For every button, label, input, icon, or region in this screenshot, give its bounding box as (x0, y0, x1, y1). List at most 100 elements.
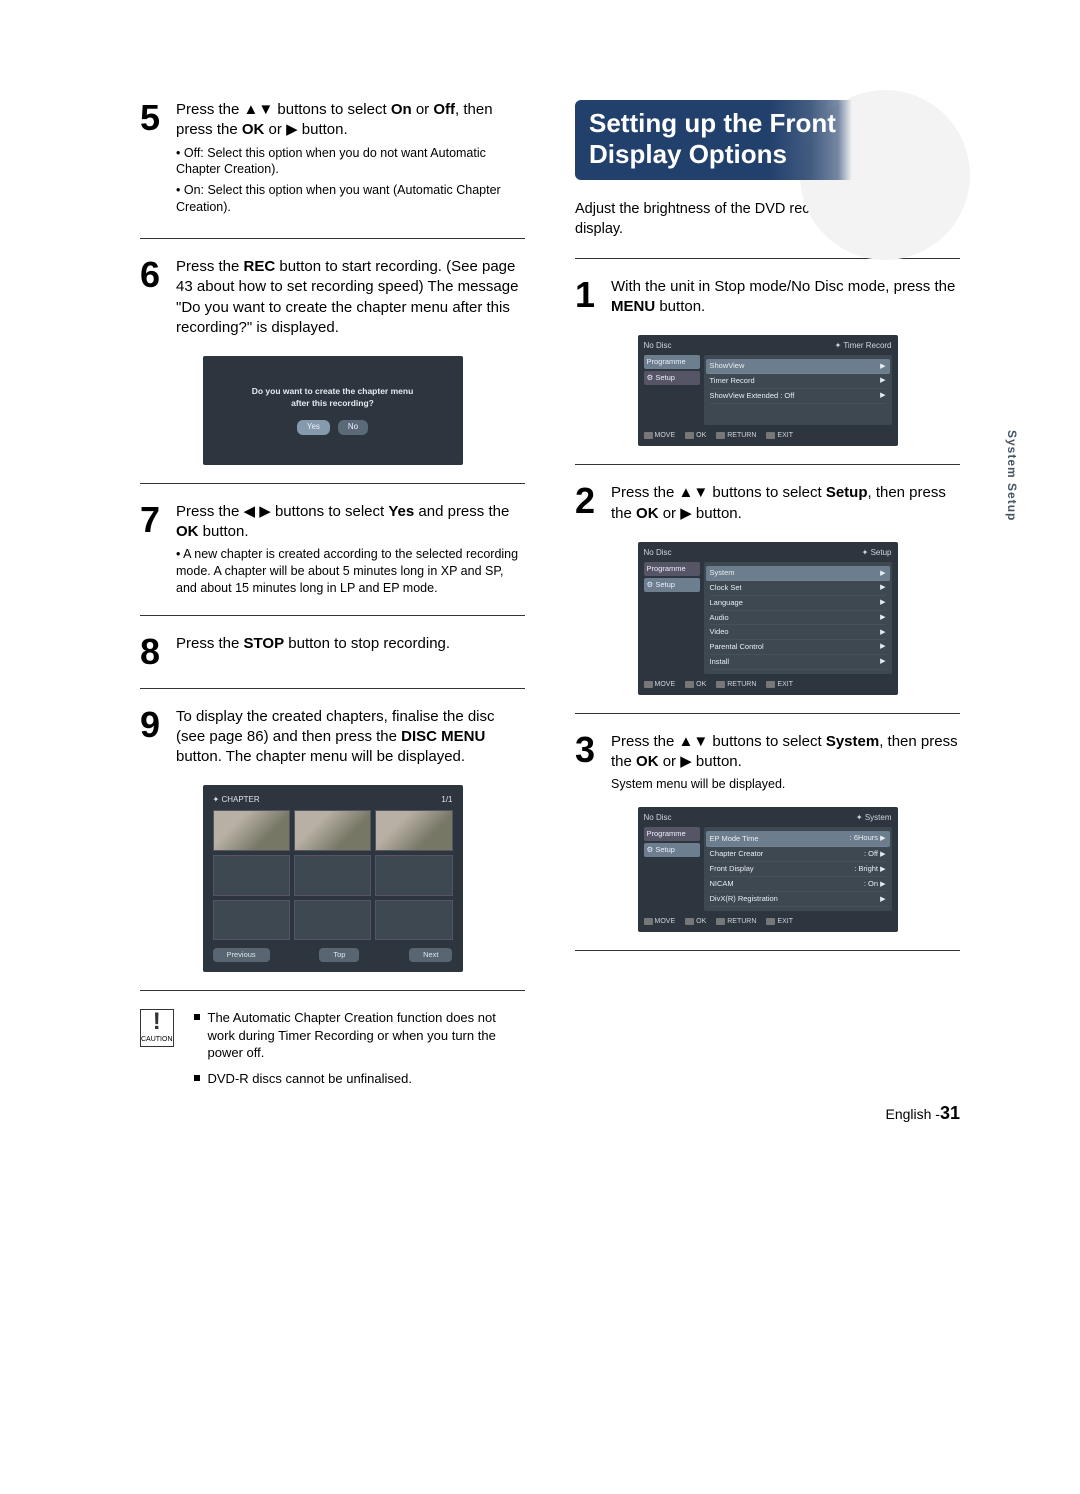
osd-row[interactable]: Timer Record▶ (710, 374, 886, 389)
left-column: 5 Press the ▲▼ buttons to select On or O… (140, 100, 525, 1096)
bold-system: System (826, 733, 879, 750)
bold-setup: Setup (826, 484, 868, 501)
nav-next-button[interactable]: Next (409, 948, 452, 962)
osd-chapter-grid: ✦ CHAPTER 1/1 Previous Top Next (203, 785, 463, 972)
separator (575, 950, 960, 951)
side-setup[interactable]: ⚙ Setup (644, 371, 700, 385)
chapter-thumb[interactable] (294, 810, 371, 851)
dialog-line2: after this recording? (223, 398, 443, 410)
side-programme[interactable]: Programme (644, 355, 700, 369)
chapter-empty (294, 855, 371, 896)
f-ok: OK (696, 917, 706, 926)
side-programme[interactable]: Programme (644, 562, 700, 576)
text: The Automatic Chapter Creation function … (208, 1009, 526, 1062)
sub-note: System menu will be displayed. (611, 776, 960, 793)
osd-row[interactable]: DivX(R) Registration ▶ (710, 892, 886, 907)
leftright-icon: ◀ ▶ (244, 503, 271, 520)
osd-row[interactable]: Language▶ (710, 596, 886, 611)
separator (140, 238, 525, 239)
text: With the unit in Stop mode/No Disc mode,… (611, 278, 955, 295)
f-ok: OK (696, 431, 706, 440)
side-setup[interactable]: ⚙ Setup (644, 843, 700, 857)
dialog-no-button[interactable]: No (338, 420, 368, 435)
section-heading: Setting up the Front Display Options (575, 100, 960, 180)
step-number: 2 (575, 483, 603, 528)
text: Press the (611, 484, 679, 501)
caution-block: ! CAUTION The Automatic Chapter Creation… (140, 1009, 525, 1095)
osd-row[interactable]: System▶ (706, 566, 890, 581)
page-number: English -31 (886, 1101, 961, 1125)
osd-row[interactable]: Chapter Creator: Off ▶ (710, 847, 886, 862)
step-6: 6 Press the REC button to start recordin… (140, 257, 525, 342)
text: button. (199, 523, 249, 540)
nav-top-button[interactable]: Top (319, 948, 359, 962)
text: Press the (176, 635, 244, 652)
dialog-yes-button[interactable]: Yes (297, 420, 330, 435)
f-return: RETURN (727, 431, 756, 440)
side-programme[interactable]: Programme (644, 827, 700, 841)
page-columns: 5 Press the ▲▼ buttons to select On or O… (140, 100, 960, 1096)
text: buttons to select (273, 101, 391, 118)
text: button. (692, 505, 742, 522)
caution-item: The Automatic Chapter Creation function … (194, 1009, 526, 1062)
sub-off: • Off: Select this option when you do no… (176, 145, 525, 179)
side-setup[interactable]: ⚙ Setup (644, 578, 700, 592)
bold-rec: REC (244, 258, 276, 275)
bold-stop: STOP (244, 635, 285, 652)
text: or (659, 505, 681, 522)
nav-previous-button[interactable]: Previous (213, 948, 270, 962)
bold-off: Off (433, 101, 455, 118)
f-move: MOVE (655, 431, 676, 440)
osd-setup: No Disc✦ Setup Programme ⚙ Setup System▶… (638, 542, 898, 695)
step-7: 7 Press the ◀ ▶ buttons to select Yes an… (140, 502, 525, 597)
osd-row[interactable]: ShowView▶ (706, 359, 890, 374)
step-9: 9 To display the created chapters, final… (140, 707, 525, 772)
side-tab: System Setup (1004, 430, 1020, 521)
right-icon: ▶ (680, 753, 692, 770)
osd-row[interactable]: Parental Control▶ (710, 640, 886, 655)
step-number: 7 (140, 502, 168, 597)
text: Press the (611, 733, 679, 750)
step-5: 5 Press the ▲▼ buttons to select On or O… (140, 100, 525, 220)
bold-ok: OK (176, 523, 199, 540)
osd-row[interactable]: EP Mode Time: 6Hours ▶ (706, 831, 890, 846)
updown-icon: ▲▼ (679, 733, 709, 750)
updown-icon: ▲▼ (244, 101, 274, 118)
osd-row[interactable]: Video▶ (710, 625, 886, 640)
step-number: 5 (140, 100, 168, 220)
osd-row[interactable]: Install▶ (710, 655, 886, 670)
osd-row[interactable]: Front Display: Bright ▶ (710, 862, 886, 877)
osd-row[interactable]: ShowView Extended : Off▶ (710, 389, 886, 404)
dialog-line1: Do you want to create the chapter menu (223, 386, 443, 398)
sub-on: • On: Select this option when you want (… (176, 182, 525, 216)
bold-ok: OK (636, 753, 659, 770)
text: or (264, 121, 286, 138)
step-number: 6 (140, 257, 168, 342)
separator (140, 615, 525, 616)
caution-label: CAUTION (141, 1036, 173, 1044)
text: Press the (176, 503, 244, 520)
step-2r: 2 Press the ▲▼ buttons to select Setup, … (575, 483, 960, 528)
text: buttons to select (271, 503, 389, 520)
chapter-empty (375, 855, 452, 896)
chapter-thumb[interactable] (375, 810, 452, 851)
text: button to stop recording. (284, 635, 450, 652)
caution-item: DVD-R discs cannot be unfinalised. (194, 1070, 526, 1088)
text: or (659, 753, 681, 770)
f-exit: EXIT (777, 431, 793, 440)
bold-ok: OK (636, 505, 659, 522)
osd-row[interactable]: Audio▶ (710, 611, 886, 626)
text: button. (298, 121, 348, 138)
bold-disc-menu: DISC MENU (401, 728, 485, 745)
chapter-empty (213, 900, 290, 941)
chapter-label: CHAPTER (221, 795, 259, 804)
osd-row[interactable]: NICAM: On ▶ (710, 877, 886, 892)
chapter-thumb[interactable] (213, 810, 290, 851)
osd-row[interactable]: Clock Set▶ (710, 581, 886, 596)
step-3r: 3 Press the ▲▼ buttons to select System,… (575, 732, 960, 793)
separator (575, 713, 960, 714)
text: button. (655, 298, 705, 315)
bold-menu: MENU (611, 298, 655, 315)
text: Press the (176, 258, 244, 275)
osd-mode: Timer Record (843, 341, 891, 350)
